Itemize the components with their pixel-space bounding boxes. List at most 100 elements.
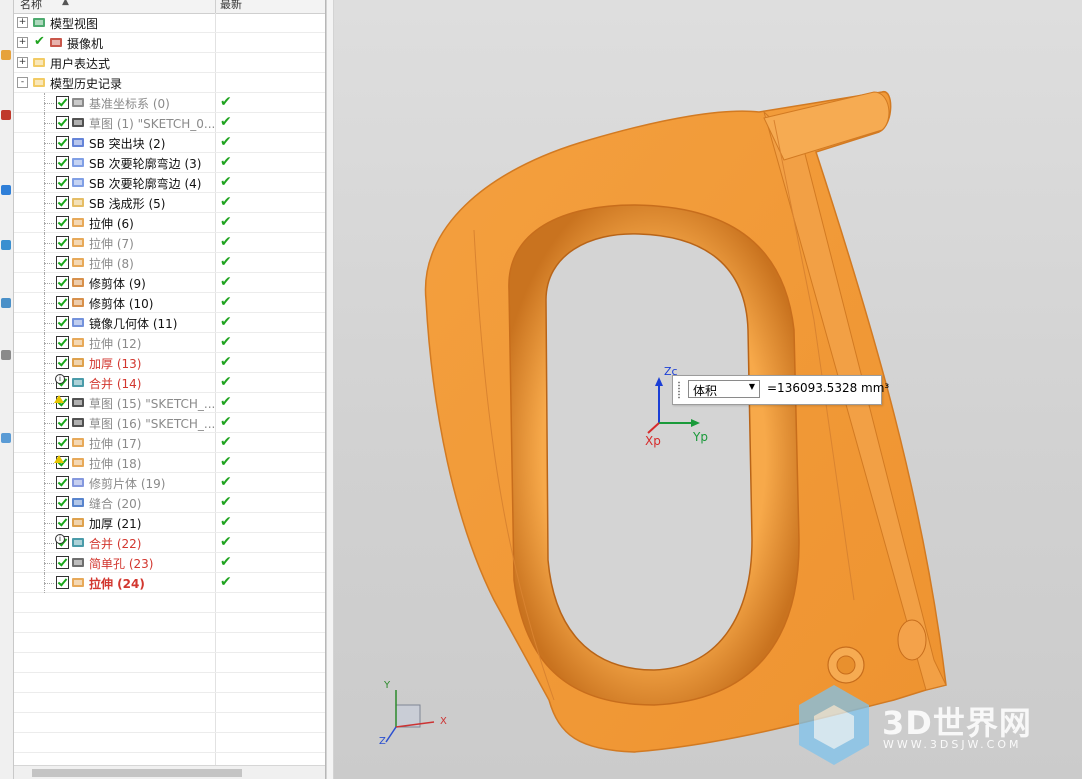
feature-row[interactable]: 修剪体 (10) ✔ <box>14 293 325 313</box>
feature-row[interactable]: i 合并 (14) ✔ <box>14 373 325 393</box>
thicken-icon <box>71 516 85 529</box>
feature-row[interactable]: i 合并 (22) ✔ <box>14 533 325 553</box>
feature-row[interactable]: SB 浅成形 (5) ✔ <box>14 193 325 213</box>
feature-row[interactable]: 镜像几何体 (11) ✔ <box>14 313 325 333</box>
feature-label: 加厚 (21) <box>89 517 142 531</box>
resource-tab-icon[interactable] <box>1 240 11 250</box>
expand-icon[interactable]: + <box>17 37 28 48</box>
feature-checkbox[interactable] <box>56 176 69 189</box>
feature-checkbox[interactable] <box>56 576 69 589</box>
feature-row[interactable]: SB 次要轮廓弯边 (4) ✔ <box>14 173 325 193</box>
up-to-date-check-icon: ✔ <box>220 174 232 190</box>
feature-checkbox[interactable] <box>56 516 69 529</box>
sort-ascending-icon: ▲ <box>62 0 69 7</box>
feature-checkbox[interactable] <box>56 296 69 309</box>
tree-node[interactable]: + 用户表达式 <box>14 53 325 73</box>
info-icon: i <box>55 374 65 384</box>
thicken-icon <box>71 356 85 369</box>
horizontal-scrollbar[interactable] <box>14 765 325 779</box>
feature-label: 拉伸 (8) <box>89 257 134 271</box>
feature-row[interactable]: 修剪体 (9) ✔ <box>14 273 325 293</box>
feature-checkbox[interactable] <box>56 196 69 209</box>
feature-row[interactable]: 拉伸 (8) ✔ <box>14 253 325 273</box>
navigator-header: 名称 ▲ 最新 <box>14 0 325 14</box>
measure-type-dropdown[interactable]: 体积 ▼ <box>688 380 760 398</box>
feature-row[interactable]: 缝合 (20) ✔ <box>14 493 325 513</box>
feature-checkbox[interactable] <box>56 216 69 229</box>
feature-checkbox[interactable] <box>56 476 69 489</box>
wcs-x-label: Xp <box>645 434 661 448</box>
feature-checkbox[interactable] <box>56 416 69 429</box>
unite-icon <box>71 376 85 389</box>
tree-node[interactable]: + 模型视图 <box>14 13 325 33</box>
feature-checkbox[interactable] <box>56 256 69 269</box>
feature-row[interactable]: 修剪片体 (19) ✔ <box>14 473 325 493</box>
empty-row <box>14 593 325 613</box>
part-navigator: 名称 ▲ 最新 + 模型视图 + ✔ 摄像机 + 用户表达式 - 模型历史记录基准坐标系 (0)… <box>14 0 326 779</box>
feature-row[interactable]: 草图 (16) "SKETCH_... ✔ <box>14 413 325 433</box>
feature-row[interactable]: 拉伸 (17) ✔ <box>14 433 325 453</box>
feature-checkbox[interactable] <box>56 336 69 349</box>
feature-checkbox[interactable] <box>56 116 69 129</box>
feature-checkbox[interactable] <box>56 496 69 509</box>
tree-node-label: 模型历史记录 <box>50 77 123 91</box>
feature-checkbox[interactable] <box>56 276 69 289</box>
column-header-latest[interactable]: 最新 <box>220 0 242 12</box>
model-views-icon <box>32 16 46 29</box>
scrollbar-thumb[interactable] <box>32 769 242 777</box>
up-to-date-check-icon: ✔ <box>220 154 232 170</box>
feature-row[interactable]: SB 突出块 (2) ✔ <box>14 133 325 153</box>
drag-handle[interactable] <box>677 381 681 399</box>
collapse-icon[interactable]: - <box>17 77 28 88</box>
up-to-date-check-icon: ✔ <box>220 314 232 330</box>
up-to-date-check-icon: ✔ <box>220 134 232 150</box>
feature-row[interactable]: 拉伸 (24) ✔ <box>14 573 325 593</box>
up-to-date-check-icon: ✔ <box>220 454 232 470</box>
feature-row[interactable]: 拉伸 (7) ✔ <box>14 233 325 253</box>
resource-tab-icon[interactable] <box>1 350 11 360</box>
feature-row[interactable]: 拉伸 (18) ✔ <box>14 453 325 473</box>
resource-tab-icon[interactable] <box>1 298 11 308</box>
empty-row <box>14 613 325 633</box>
tree-node[interactable]: + ✔ 摄像机 <box>14 33 325 53</box>
feature-checkbox[interactable] <box>56 356 69 369</box>
column-header-name[interactable]: 名称 <box>20 0 42 12</box>
feature-checkbox[interactable] <box>56 136 69 149</box>
feature-checkbox[interactable] <box>56 96 69 109</box>
feature-checkbox[interactable] <box>56 556 69 569</box>
feature-row[interactable]: 加厚 (21) ✔ <box>14 513 325 533</box>
resource-tab-icon[interactable] <box>1 433 11 443</box>
feature-row[interactable]: 拉伸 (6) ✔ <box>14 213 325 233</box>
feature-checkbox[interactable] <box>56 236 69 249</box>
feature-row[interactable]: 草图 (1) "SKETCH_0... ✔ <box>14 113 325 133</box>
feature-checkbox[interactable] <box>56 436 69 449</box>
feature-checkbox[interactable] <box>56 316 69 329</box>
resource-tab-icon[interactable] <box>1 50 11 60</box>
expand-icon[interactable]: + <box>17 17 28 28</box>
feature-label: 合并 (22) <box>89 537 142 551</box>
extrude-icon <box>71 576 85 589</box>
feature-row[interactable]: 拉伸 (12) ✔ <box>14 333 325 353</box>
feature-label: 合并 (14) <box>89 377 142 391</box>
empty-row <box>14 673 325 693</box>
feature-label: 镜像几何体 (11) <box>89 317 178 331</box>
panel-splitter[interactable] <box>326 0 334 779</box>
feature-row[interactable]: 草图 (15) "SKETCH_... ✔ <box>14 393 325 413</box>
unite-icon <box>71 536 85 549</box>
extrude-icon <box>71 436 85 449</box>
up-to-date-check-icon: ✔ <box>220 354 232 370</box>
extrude-icon <box>71 236 85 249</box>
resource-bar <box>0 0 14 779</box>
resource-tab-icon[interactable] <box>1 185 11 195</box>
resource-tab-icon[interactable] <box>1 110 11 120</box>
feature-label: 基准坐标系 (0) <box>89 97 170 111</box>
graphics-window[interactable]: Zc Xp Yp Y X Z 体积 ▼ =136093.5328 mm³ 3D世… <box>334 0 1082 779</box>
feature-row[interactable]: 加厚 (13) ✔ <box>14 353 325 373</box>
expand-icon[interactable]: + <box>17 57 28 68</box>
feature-row[interactable]: 基准坐标系 (0) ✔ <box>14 93 325 113</box>
tree-node[interactable]: - 模型历史记录 <box>14 73 325 93</box>
up-to-date-check-icon: ✔ <box>220 254 232 270</box>
feature-row[interactable]: SB 次要轮廓弯边 (3) ✔ <box>14 153 325 173</box>
feature-checkbox[interactable] <box>56 156 69 169</box>
feature-row[interactable]: 简单孔 (23) ✔ <box>14 553 325 573</box>
